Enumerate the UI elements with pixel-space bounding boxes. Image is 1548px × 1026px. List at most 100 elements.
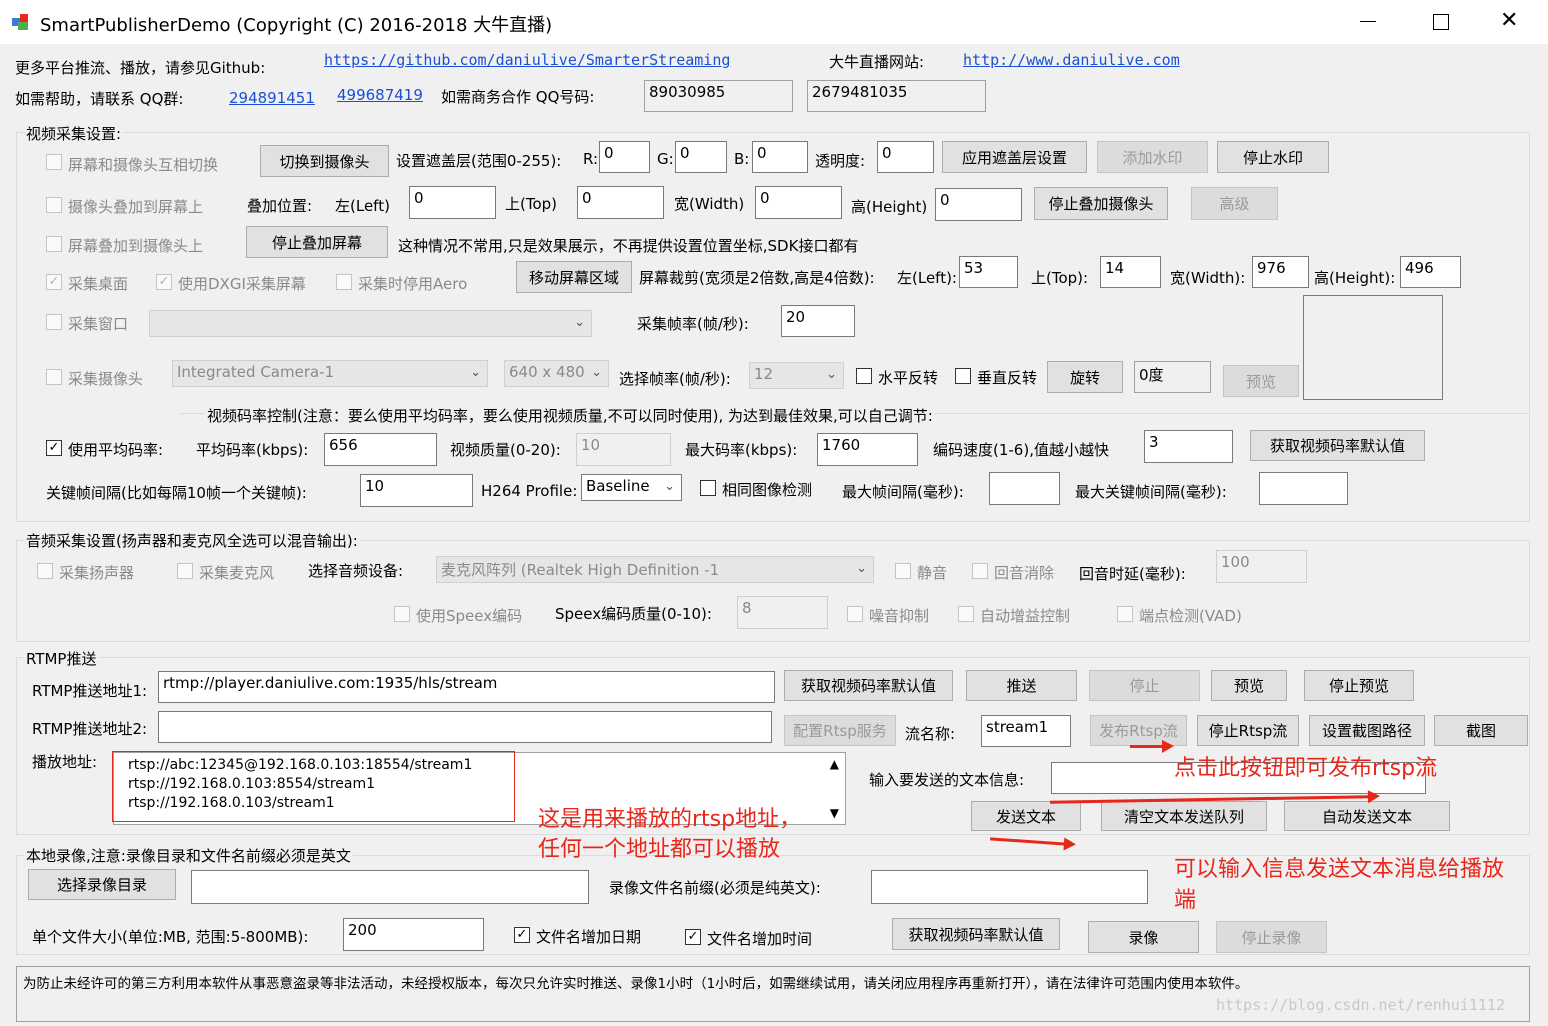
close-icon[interactable]: ✕ bbox=[1500, 8, 1518, 33]
avg-bitrate-label: 使用平均码率: bbox=[68, 441, 164, 459]
stop-record-button[interactable]: 停止录像 bbox=[1216, 921, 1327, 953]
stream-name-input[interactable]: stream1 bbox=[981, 715, 1071, 747]
clear-queue-button[interactable]: 清空文本发送队列 bbox=[1101, 801, 1267, 831]
r-label: R: bbox=[583, 150, 599, 168]
apply-overlay-button[interactable]: 应用遮盖层设置 bbox=[942, 141, 1087, 173]
vad-checkbox[interactable] bbox=[1117, 606, 1133, 622]
vflip-checkbox[interactable] bbox=[955, 368, 971, 384]
cam-on-screen-checkbox[interactable] bbox=[46, 197, 62, 213]
rtmp-url1-input[interactable]: rtmp://player.daniulive.com:1935/hls/str… bbox=[158, 671, 775, 703]
crop-left-input[interactable]: 53 bbox=[959, 256, 1018, 288]
rtsp-config-button[interactable]: 配置Rtsp服务 bbox=[784, 715, 896, 746]
crop-height-input[interactable]: 496 bbox=[1400, 256, 1461, 288]
minimize-icon[interactable] bbox=[1360, 21, 1376, 22]
echo-checkbox[interactable] bbox=[972, 563, 988, 579]
stop-watermark-button[interactable]: 停止水印 bbox=[1217, 141, 1329, 173]
maximize-icon[interactable] bbox=[1433, 14, 1449, 30]
max-frame-gap-input[interactable] bbox=[989, 472, 1060, 505]
rotate-value[interactable]: 0度 bbox=[1134, 361, 1211, 393]
add-watermark-button[interactable]: 添加水印 bbox=[1097, 141, 1208, 173]
stop-rtsp-button[interactable]: 停止Rtsp流 bbox=[1197, 715, 1299, 746]
quality-input[interactable]: 10 bbox=[576, 433, 671, 466]
rtmp-url2-input[interactable] bbox=[158, 711, 772, 743]
window-select[interactable]: ⌄ bbox=[149, 310, 592, 337]
height-input[interactable]: 0 bbox=[935, 188, 1022, 221]
qq-number-2[interactable]: 2679481035 bbox=[807, 80, 986, 112]
echo-delay-input[interactable]: 100 bbox=[1216, 550, 1307, 583]
record-dir-input[interactable] bbox=[191, 870, 589, 904]
same-image-checkbox[interactable] bbox=[700, 480, 716, 496]
rotate-button[interactable]: 旋转 bbox=[1047, 361, 1123, 393]
stop-push-button[interactable]: 停止 bbox=[1089, 670, 1200, 701]
camera-device-select[interactable]: Integrated Camera-1 ⌄ bbox=[172, 360, 488, 387]
left-input[interactable]: 0 bbox=[409, 186, 496, 219]
desktop-checkbox[interactable]: ✓ bbox=[46, 274, 62, 290]
aero-checkbox[interactable] bbox=[336, 274, 352, 290]
fps-input[interactable]: 20 bbox=[781, 305, 855, 337]
scroll-down-icon[interactable]: ▼ bbox=[830, 806, 839, 820]
profile-select[interactable]: Baseline ⌄ bbox=[581, 474, 682, 501]
crop-width-input[interactable]: 976 bbox=[1252, 256, 1309, 288]
scroll-up-icon[interactable]: ▲ bbox=[830, 757, 839, 771]
switch-camera-button[interactable]: 切换到摄像头 bbox=[260, 145, 389, 177]
select-fps-select[interactable]: 12 ⌄ bbox=[749, 362, 844, 389]
speed-input[interactable]: 3 bbox=[1144, 430, 1233, 463]
filename-time-checkbox[interactable]: ✓ bbox=[685, 929, 701, 945]
qq-number-1[interactable]: 89030985 bbox=[644, 80, 793, 112]
push-button[interactable]: 推送 bbox=[966, 670, 1077, 701]
max-bitrate-input[interactable]: 1760 bbox=[817, 433, 918, 466]
move-region-button[interactable]: 移动屏幕区域 bbox=[516, 261, 632, 293]
stop-screen-overlay-button[interactable]: 停止叠加屏幕 bbox=[246, 226, 388, 258]
stop-preview-button[interactable]: 停止预览 bbox=[1304, 670, 1414, 701]
rtmp-get-default-button[interactable]: 获取视频码率默认值 bbox=[784, 670, 953, 701]
record-size-input[interactable]: 200 bbox=[343, 918, 484, 951]
audio-device-select[interactable]: 麦克风阵列 (Realtek High Definition -1 ⌄ bbox=[436, 556, 874, 583]
gop-input[interactable]: 10 bbox=[360, 474, 473, 507]
avg-kbps-input[interactable]: 656 bbox=[324, 433, 437, 466]
camera-checkbox[interactable] bbox=[46, 369, 62, 385]
stop-cam-overlay-button[interactable]: 停止叠加摄像头 bbox=[1034, 187, 1168, 220]
qq-group-1[interactable]: 294891451 bbox=[229, 89, 315, 107]
crop-top-input[interactable]: 14 bbox=[1100, 256, 1161, 288]
window-checkbox[interactable] bbox=[46, 314, 62, 330]
max-key-gap-input[interactable] bbox=[1259, 472, 1348, 505]
send-text-button[interactable]: 发送文本 bbox=[971, 801, 1081, 831]
filename-date-checkbox[interactable]: ✓ bbox=[514, 927, 530, 943]
snapshot-path-button[interactable]: 设置截图路径 bbox=[1309, 715, 1425, 746]
hflip-checkbox[interactable] bbox=[856, 368, 872, 384]
select-fps-value: 12 bbox=[754, 365, 774, 383]
get-default-bitrate-button[interactable]: 获取视频码率默认值 bbox=[1250, 430, 1425, 461]
width-input[interactable]: 0 bbox=[755, 186, 842, 219]
alpha-input[interactable]: 0 bbox=[877, 141, 934, 173]
auto-send-button[interactable]: 自动发送文本 bbox=[1284, 801, 1450, 831]
mute-checkbox[interactable] bbox=[895, 563, 911, 579]
qq-group-2[interactable]: 499687419 bbox=[337, 86, 423, 104]
chevron-down-icon: ⌄ bbox=[826, 367, 837, 382]
switch-checkbox[interactable] bbox=[46, 154, 62, 170]
github-link[interactable]: https://github.com/daniulive/SmarterStre… bbox=[324, 51, 730, 69]
avg-bitrate-checkbox[interactable]: ✓ bbox=[46, 440, 62, 456]
agc-checkbox[interactable] bbox=[958, 606, 974, 622]
mic-checkbox[interactable] bbox=[177, 563, 193, 579]
speex-quality-input[interactable]: 8 bbox=[737, 596, 828, 629]
record-get-default-button[interactable]: 获取视频码率默认值 bbox=[892, 918, 1060, 950]
snapshot-button[interactable]: 截图 bbox=[1434, 715, 1528, 746]
site-link[interactable]: http://www.daniulive.com bbox=[963, 51, 1180, 69]
camera-preview-button[interactable]: 预览 bbox=[1223, 365, 1299, 397]
rtmp-preview-button[interactable]: 预览 bbox=[1211, 670, 1287, 701]
b-input[interactable]: 0 bbox=[752, 141, 808, 173]
select-record-dir-button[interactable]: 选择录像目录 bbox=[28, 869, 176, 900]
noise-checkbox[interactable] bbox=[847, 606, 863, 622]
top-input[interactable]: 0 bbox=[577, 186, 664, 219]
speaker-checkbox[interactable] bbox=[37, 563, 53, 579]
advanced-button[interactable]: 高级 bbox=[1191, 187, 1278, 220]
camera-res-select[interactable]: 640 x 480 ⌄ bbox=[504, 360, 609, 387]
r-input[interactable]: 0 bbox=[599, 141, 650, 173]
preview-area bbox=[1303, 295, 1443, 400]
dxgi-checkbox[interactable]: ✓ bbox=[156, 274, 172, 290]
screen-on-cam-checkbox[interactable] bbox=[46, 236, 62, 252]
record-button[interactable]: 录像 bbox=[1088, 921, 1199, 953]
record-prefix-input[interactable] bbox=[871, 870, 1148, 904]
g-input[interactable]: 0 bbox=[675, 141, 727, 173]
speex-checkbox[interactable] bbox=[394, 606, 410, 622]
